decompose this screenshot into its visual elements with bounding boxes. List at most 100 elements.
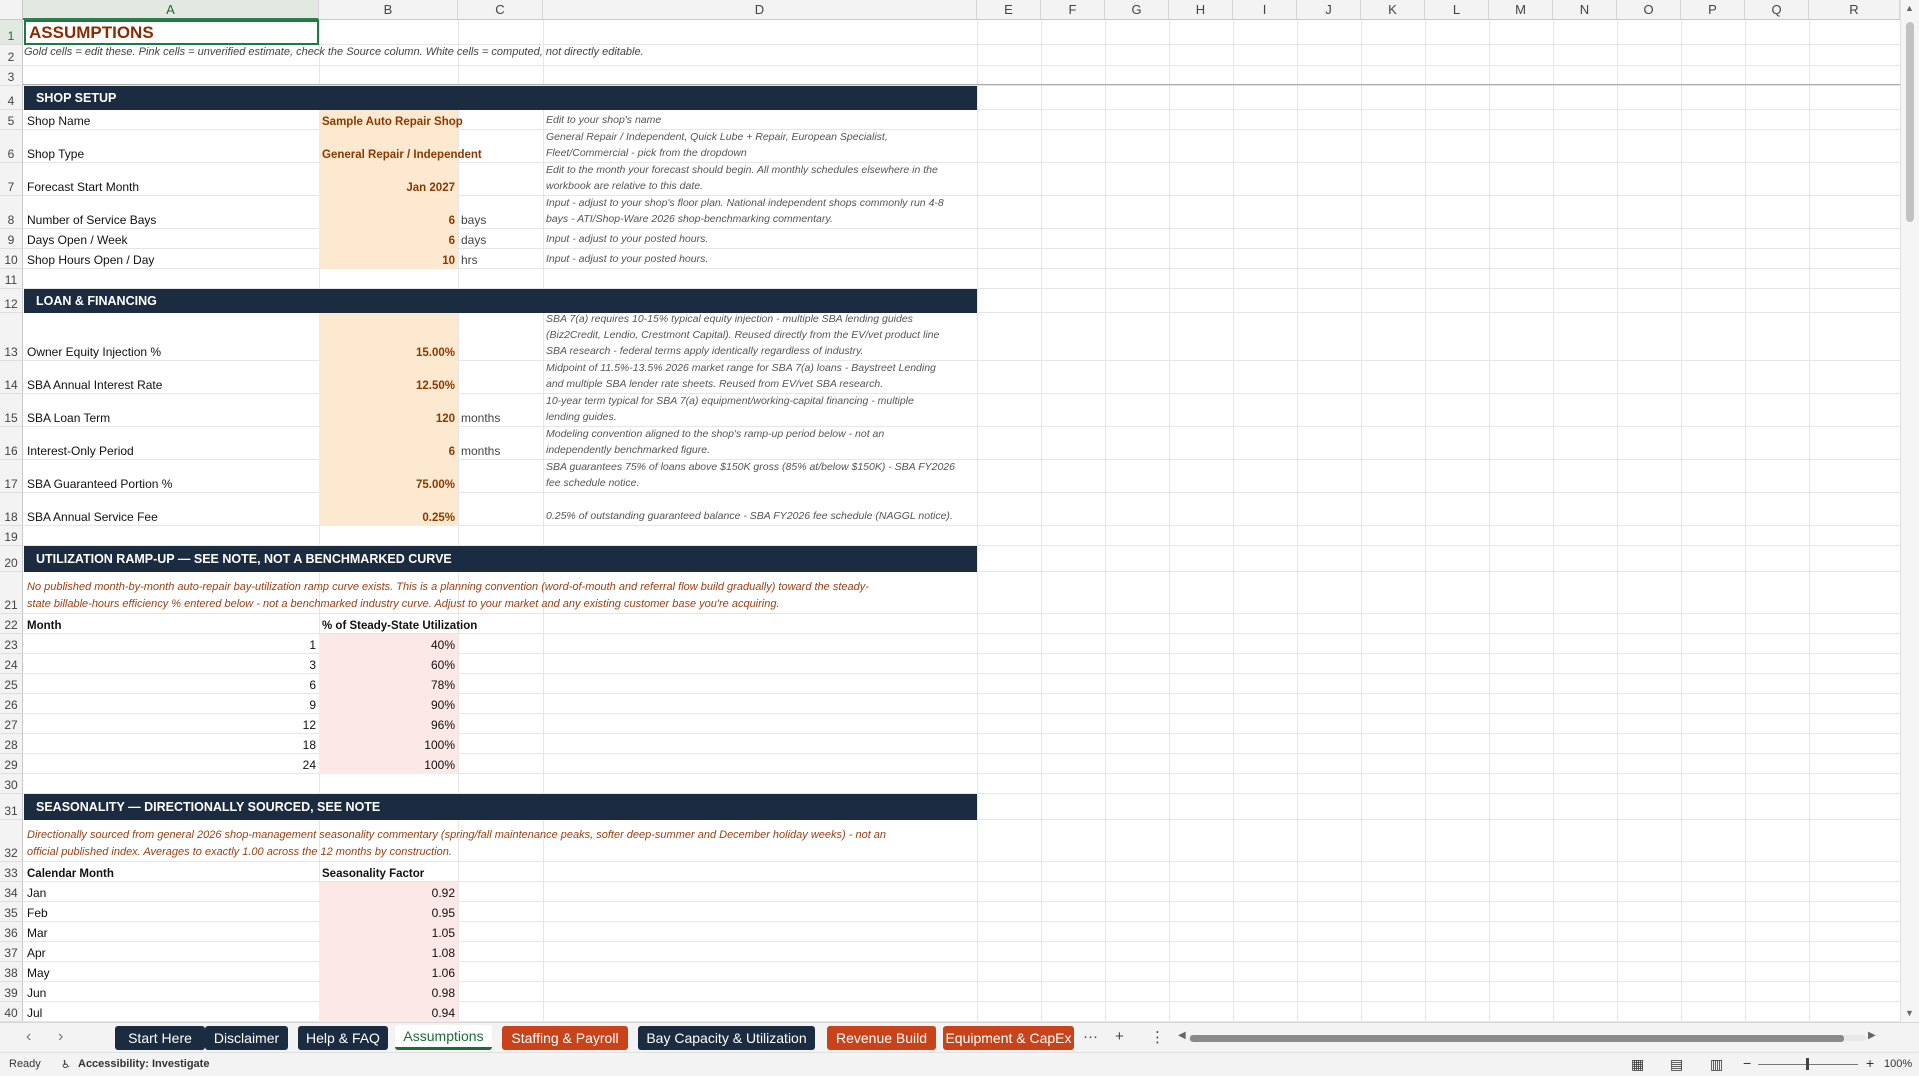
assumption-unit[interactable]: bays xyxy=(458,196,543,229)
source-note[interactable]: Input - adjust to your posted hours. xyxy=(543,229,977,249)
source-note[interactable]: General Repair / Independent, Quick Lube… xyxy=(543,130,977,163)
ramp-pct[interactable]: 96% xyxy=(319,714,458,734)
row-header[interactable]: 29 xyxy=(0,754,23,774)
column-header-f[interactable]: F xyxy=(1041,0,1105,20)
vertical-scrollbar[interactable]: ▲ ▼ xyxy=(1900,0,1919,1022)
season-month[interactable]: Jul xyxy=(24,1002,319,1022)
source-note[interactable]: Modeling convention aligned to the shop'… xyxy=(543,427,977,460)
ramp-pct[interactable]: 60% xyxy=(319,654,458,674)
scroll-down-icon[interactable]: ▼ xyxy=(1905,1008,1914,1018)
row-header[interactable]: 23 xyxy=(0,634,23,654)
column-header-m[interactable]: M xyxy=(1489,0,1553,20)
season-factor[interactable]: 1.06 xyxy=(319,962,458,982)
tab-disclaimer[interactable]: Disclaimer xyxy=(205,1026,288,1050)
row-header[interactable]: 2 xyxy=(0,45,23,66)
season-factor[interactable]: 0.95 xyxy=(319,902,458,922)
row-header[interactable]: 17 xyxy=(0,460,23,493)
season-month[interactable]: Jan xyxy=(24,882,319,902)
source-note[interactable]: Edit to your shop's name xyxy=(543,110,977,130)
column-header-c[interactable]: C xyxy=(458,0,543,20)
ramp-pct[interactable]: 40% xyxy=(319,634,458,654)
row-header[interactable]: 12 xyxy=(0,289,23,313)
row-header[interactable]: 31 xyxy=(0,794,23,820)
add-sheet-icon[interactable]: + xyxy=(1115,1028,1124,1045)
sheet-title-cell[interactable]: ASSUMPTIONS xyxy=(24,20,319,45)
row-header[interactable]: 25 xyxy=(0,674,23,694)
assumption-label[interactable]: Shop Name xyxy=(24,110,319,130)
page-break-view-icon[interactable]: ▥ xyxy=(1710,1056,1723,1073)
season-month[interactable]: Feb xyxy=(24,902,319,922)
ramp-pct[interactable]: 100% xyxy=(319,754,458,774)
ramp-col-month-header[interactable]: Month xyxy=(24,614,319,634)
ramp-month[interactable]: 18 xyxy=(24,734,319,754)
column-header-r[interactable]: R xyxy=(1809,0,1900,20)
source-note[interactable]: Input - adjust to your shop's floor plan… xyxy=(543,196,977,229)
spreadsheet-grid[interactable]: ABCDEFGHIJKLMNOPQR 1 2 3 4 5 6 7 8 9 10 11 12 13 14 15… xyxy=(0,0,1919,1022)
ramp-month[interactable]: 1 xyxy=(24,634,319,654)
season-month[interactable]: Apr xyxy=(24,942,319,962)
column-header-p[interactable]: P xyxy=(1681,0,1745,20)
accessibility-icon[interactable]: ♿ xyxy=(61,1058,71,1071)
tab-help-faq[interactable]: Help & FAQ xyxy=(298,1026,388,1050)
assumption-label[interactable]: Shop Type xyxy=(24,130,319,163)
season-factor[interactable]: 0.94 xyxy=(319,1002,458,1022)
source-note[interactable]: Input - adjust to your posted hours. xyxy=(543,249,977,269)
row-header[interactable]: 39 xyxy=(0,982,23,1002)
row-header[interactable]: 24 xyxy=(0,654,23,674)
assumption-input[interactable]: 15.00% xyxy=(319,313,458,361)
season-factor[interactable]: 1.05 xyxy=(319,922,458,942)
ramp-month[interactable]: 6 xyxy=(24,674,319,694)
assumption-unit[interactable] xyxy=(458,361,543,394)
row-header[interactable]: 15 xyxy=(0,394,23,427)
assumption-label[interactable]: Owner Equity Injection % xyxy=(24,313,319,361)
assumption-input[interactable]: 120 xyxy=(319,394,458,427)
season-col-factor-header[interactable]: Seasonality Factor xyxy=(319,862,543,882)
row-header[interactable]: 14 xyxy=(0,361,23,394)
assumption-input[interactable]: 6 xyxy=(319,196,458,229)
assumption-unit[interactable] xyxy=(458,493,543,526)
assumption-label[interactable]: SBA Loan Term xyxy=(24,394,319,427)
horizontal-scroll-thumb[interactable] xyxy=(1190,1035,1844,1042)
column-header-d[interactable]: D xyxy=(543,0,977,20)
vertical-scroll-thumb[interactable] xyxy=(1906,22,1914,222)
row-header[interactable]: 13 xyxy=(0,313,23,361)
row-header[interactable]: 30 xyxy=(0,774,23,794)
ramp-month[interactable]: 9 xyxy=(24,694,319,714)
row-header[interactable]: 3 xyxy=(0,66,23,86)
assumption-input[interactable]: 6 xyxy=(319,427,458,460)
zoom-out-icon[interactable]: − xyxy=(1743,1055,1751,1071)
row-header[interactable]: 38 xyxy=(0,962,23,982)
row-header[interactable]: 7 xyxy=(0,163,23,196)
row-header[interactable]: 8 xyxy=(0,196,23,229)
season-factor[interactable]: 0.92 xyxy=(319,882,458,902)
assumption-unit[interactable] xyxy=(458,110,543,130)
season-month[interactable]: Jun xyxy=(24,982,319,1002)
scroll-up-icon[interactable]: ▲ xyxy=(1905,3,1914,13)
tab-bay-capacity-utilization[interactable]: Bay Capacity & Utilization xyxy=(638,1026,815,1050)
scroll-right-icon[interactable]: ▶ xyxy=(1868,1030,1876,1041)
assumption-input[interactable]: General Repair / Independent xyxy=(319,130,482,163)
row-header[interactable]: 5 xyxy=(0,110,23,130)
season-month[interactable]: May xyxy=(24,962,319,982)
source-note[interactable]: SBA guarantees 75% of loans above $150K … xyxy=(543,460,977,493)
column-header-e[interactable]: E xyxy=(977,0,1041,20)
row-header[interactable]: 10 xyxy=(0,249,23,269)
season-factor[interactable]: 0.98 xyxy=(319,982,458,1002)
assumption-unit[interactable]: days xyxy=(458,229,543,249)
scroll-left-icon[interactable]: ◀ xyxy=(1178,1030,1186,1041)
column-header-i[interactable]: I xyxy=(1233,0,1297,20)
assumption-unit[interactable] xyxy=(458,163,543,196)
legend-note[interactable]: Gold cells = edit these. Pink cells = un… xyxy=(24,46,644,58)
horizontal-scrollbar[interactable]: ◀ ▶ xyxy=(1178,1030,1878,1044)
season-factor[interactable]: 1.08 xyxy=(319,942,458,962)
assumption-input[interactable]: Sample Auto Repair Shop xyxy=(319,110,463,130)
row-header[interactable]: 34 xyxy=(0,882,23,902)
ramp-month[interactable]: 3 xyxy=(24,654,319,674)
page-layout-view-icon[interactable]: ▤ xyxy=(1670,1056,1683,1073)
zoom-level[interactable]: 100% xyxy=(1884,1058,1912,1070)
row-header[interactable]: 1 xyxy=(0,20,23,45)
row-header[interactable]: 22 xyxy=(0,614,23,634)
row-header[interactable]: 32 xyxy=(0,820,23,862)
source-note[interactable]: 10-year term typical for SBA 7(a) equipm… xyxy=(543,394,977,427)
assumption-input[interactable]: 12.50% xyxy=(319,361,458,394)
